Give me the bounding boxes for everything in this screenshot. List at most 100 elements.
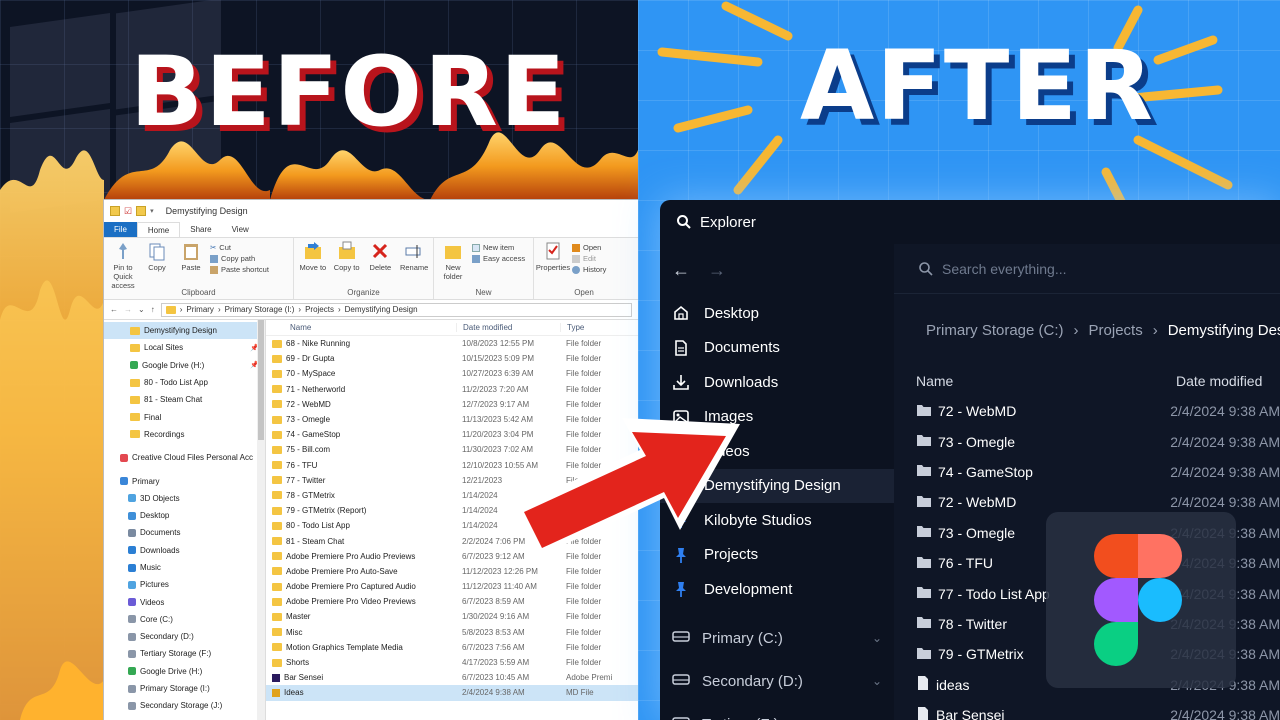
sidebar-item-downloads[interactable]: Downloads: [660, 365, 894, 400]
old-nav-item[interactable]: 80 - Todo List App: [104, 374, 265, 391]
old-nav-item[interactable]: Secondary (D:): [104, 628, 265, 645]
table-row[interactable]: Bar Sensei 2/4/2024 9:38 AM: [894, 700, 1280, 720]
chevron-down-icon[interactable]: ⌄: [138, 305, 145, 314]
forward-arrow-icon[interactable]: →: [708, 260, 726, 281]
chevron-down-icon[interactable]: ⌄: [872, 674, 882, 688]
search-bar[interactable]: Search everything...: [894, 244, 1280, 294]
old-nav-item[interactable]: 3D Objects: [104, 490, 265, 507]
column-header-type[interactable]: Type: [560, 323, 630, 332]
table-row[interactable]: Ideas 2/4/2024 9:38 AM MD File: [266, 685, 638, 701]
old-nav-item[interactable]: Downloads: [104, 542, 265, 559]
tab-file[interactable]: File: [104, 222, 137, 237]
easy-access-button[interactable]: Easy access: [472, 254, 525, 263]
table-row[interactable]: 73 - Omegle 2/4/2024 9:38 AM: [894, 426, 1280, 456]
table-row[interactable]: 74 - GameStop 2/4/2024 9:38 AM: [894, 457, 1280, 487]
paste-shortcut-button[interactable]: Paste shortcut: [210, 265, 269, 274]
drive-item[interactable]: Secondary (D:) ⌄: [660, 660, 894, 703]
open-button[interactable]: Open: [572, 243, 606, 252]
drive-item[interactable]: Tertiary (F:)⌄: [660, 703, 894, 720]
table-row[interactable]: Adobe Premiere Pro Captured Audio 11/12/2…: [266, 579, 638, 594]
table-row[interactable]: 76 - TFU 12/10/2023 10:55 AM File folder: [266, 458, 638, 473]
old-nav-item[interactable]: Creative Cloud Files Personal Acc: [104, 449, 265, 466]
old-nav-item[interactable]: Music: [104, 559, 265, 576]
table-row[interactable]: Motion Graphics Template Media 6/7/2023 7…: [266, 640, 638, 655]
old-nav-item[interactable]: Google Drive (H:): [104, 663, 265, 680]
table-row[interactable]: 68 - Nike Running 10/8/2023 12:55 PM File …: [266, 336, 638, 351]
pinned-folder-item[interactable]: Demystifying Design: [660, 468, 894, 503]
address-segment[interactable]: Projects: [305, 305, 334, 314]
old-nav-item[interactable]: Documents: [104, 524, 265, 541]
table-row[interactable]: 81 - Steam Chat 2/2/2024 7:06 PM File fold…: [266, 533, 638, 548]
tab-home[interactable]: Home: [136, 222, 181, 237]
table-row[interactable]: 78 - GTMetrix 1/14/2024 File folder: [266, 488, 638, 503]
table-row[interactable]: Adobe Premiere Pro Audio Previews 6/7/202…: [266, 549, 638, 564]
sidebar-item-images[interactable]: Images: [660, 400, 894, 435]
up-arrow-icon[interactable]: ↑: [151, 305, 155, 314]
tab-view[interactable]: View: [222, 222, 259, 237]
table-row[interactable]: 72 - WebMD 2/4/2024 9:38 AM: [894, 396, 1280, 426]
table-row[interactable]: 73 - Omegle 11/13/2023 5:42 AM File folder: [266, 412, 638, 427]
old-scrollbar[interactable]: [257, 320, 265, 720]
pinned-folder-item[interactable]: Projects: [660, 538, 894, 573]
table-row[interactable]: 80 - Todo List App 1/14/2024 File folder: [266, 518, 638, 533]
column-header-date[interactable]: Date modified: [1176, 373, 1280, 389]
column-header-name[interactable]: Name: [894, 373, 1176, 389]
old-nav-item[interactable]: Core (C:): [104, 611, 265, 628]
old-nav-item[interactable]: Primary: [104, 472, 265, 489]
forward-arrow-icon[interactable]: →: [124, 305, 132, 314]
old-nav-item[interactable]: Primary Storage (I:): [104, 680, 265, 697]
copy-path-button[interactable]: Copy path: [210, 254, 269, 263]
old-address-bar[interactable]: › Primary › Primary Storage (I:) › Proje…: [160, 302, 632, 317]
chevron-down-icon[interactable]: ⌄: [872, 631, 882, 645]
new-item-button[interactable]: New item: [472, 243, 525, 252]
table-row[interactable]: Adobe Premiere Pro Video Previews 6/7/202…: [266, 594, 638, 609]
table-row[interactable]: Bar Sensei 6/7/2023 10:45 AM Adobe Premi: [266, 670, 638, 685]
edit-button[interactable]: Edit: [572, 254, 606, 263]
pinned-folder-item[interactable]: Kilobyte Studios: [660, 503, 894, 538]
table-row[interactable]: 70 - MySpace 10/27/2023 6:39 AM File folde…: [266, 366, 638, 381]
old-nav-item[interactable]: Final: [104, 408, 265, 425]
table-row[interactable]: 79 - GTMetrix (Report) 1/14/2024 File fold…: [266, 503, 638, 518]
old-nav-item[interactable]: Desktop: [104, 507, 265, 524]
table-row[interactable]: Misc 5/8/2023 8:53 AM File folder: [266, 625, 638, 640]
old-scrollbar-thumb[interactable]: [258, 320, 264, 440]
sidebar-item-documents[interactable]: Documents: [660, 331, 894, 366]
table-row[interactable]: Shorts 4/17/2023 5:59 AM File folder: [266, 655, 638, 670]
table-row[interactable]: 77 - Twitter 12/21/2023 File folder: [266, 473, 638, 488]
table-row[interactable]: Master 1/30/2024 9:16 AM File folder: [266, 609, 638, 624]
pinned-folder-item[interactable]: Development: [660, 572, 894, 607]
old-nav-item[interactable]: Google Drive (H:) 📌: [104, 357, 265, 374]
old-nav-item[interactable]: Recordings: [104, 426, 265, 443]
old-nav-item[interactable]: Pictures: [104, 576, 265, 593]
sidebar-item-videos[interactable]: Videos: [660, 434, 894, 469]
breadcrumb-item[interactable]: Projects: [1089, 322, 1143, 339]
tab-share[interactable]: Share: [180, 222, 221, 237]
address-segment[interactable]: Demystifying Design: [345, 305, 418, 314]
table-row[interactable]: Adobe Premiere Pro Auto-Save 11/12/2023 1…: [266, 564, 638, 579]
cut-button[interactable]: ✂ Cut: [210, 243, 269, 252]
column-header-name[interactable]: Name: [266, 323, 456, 332]
old-nav-item[interactable]: Local Sites 📌: [104, 339, 265, 356]
breadcrumb-current[interactable]: Demystifying Design: [1168, 322, 1280, 339]
chevron-down-icon[interactable]: ▾: [150, 207, 154, 215]
sidebar-item-desktop[interactable]: Desktop: [660, 296, 894, 331]
address-segment[interactable]: Primary Storage (I:): [225, 305, 295, 314]
old-nav-item[interactable]: Tertiary Storage (F:): [104, 645, 265, 662]
history-button[interactable]: History: [572, 265, 606, 274]
old-nav-item[interactable]: Demystifying Design: [104, 322, 265, 340]
back-arrow-icon[interactable]: ←: [110, 305, 118, 314]
search-input[interactable]: Search everything...: [942, 261, 1067, 277]
table-row[interactable]: 71 - Netherworld 11/2/2023 7:20 AM File fo…: [266, 382, 638, 397]
column-header-date[interactable]: Date modified: [456, 323, 560, 332]
table-row[interactable]: 75 - Bill.com 11/30/2023 7:02 AM File fold…: [266, 442, 638, 457]
back-arrow-icon[interactable]: ←: [672, 260, 690, 281]
breadcrumb-item[interactable]: Primary Storage (C:): [926, 322, 1064, 339]
table-row[interactable]: 69 - Dr Gupta 10/15/2023 5:09 PM File fold…: [266, 351, 638, 366]
address-segment[interactable]: Primary: [186, 305, 214, 314]
old-nav-item[interactable]: Videos: [104, 593, 265, 610]
old-nav-item[interactable]: 81 - Steam Chat: [104, 391, 265, 408]
old-nav-item[interactable]: Secondary Storage (J:): [104, 697, 265, 714]
table-row[interactable]: 74 - GameStop 11/20/2023 3:04 PM File fold…: [266, 427, 638, 442]
table-row[interactable]: 72 - WebMD 12/7/2023 9:17 AM File folder: [266, 397, 638, 412]
drive-item[interactable]: Primary (C:) ⌄: [660, 617, 894, 660]
